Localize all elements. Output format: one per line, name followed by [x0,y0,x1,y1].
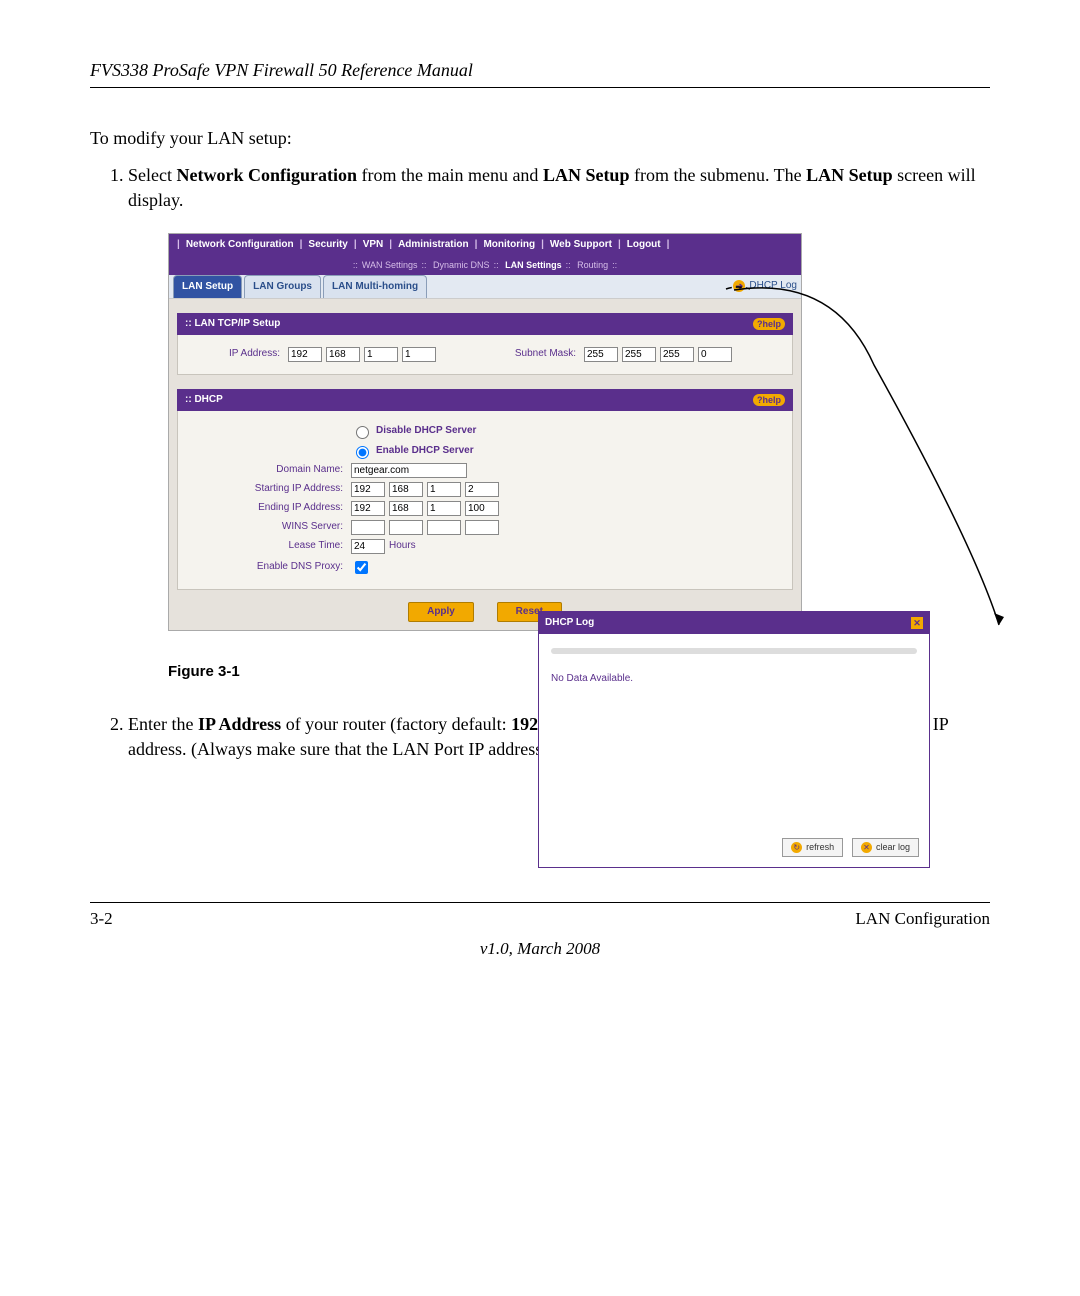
wins-4[interactable] [465,520,499,535]
step1-b1: Network Configuration [176,165,357,185]
ending-ip-label: Ending IP Address: [188,501,343,515]
sub-menu: ::WAN Settings:: Dynamic DNS:: LAN Setti… [169,256,801,275]
ip-octet-2[interactable] [326,347,360,362]
panel-dhcp: :: DHCP ?help Disable DHCP Server Enable… [177,389,793,590]
end-ip-4[interactable] [465,501,499,516]
tab-bar: LAN Setup LAN Groups LAN Multi-homing ➔ … [169,275,801,299]
clear-icon: ✕ [861,842,872,853]
nav-monitoring[interactable]: Monitoring [481,238,537,252]
apply-button[interactable]: Apply [408,602,474,622]
nav-logout[interactable]: Logout [625,238,663,252]
main-menu: | Network Configuration| Security| VPN| … [169,234,801,256]
subnav-routing[interactable]: Routing [577,260,608,270]
end-ip-2[interactable] [389,501,423,516]
ip-octet-3[interactable] [364,347,398,362]
wins-2[interactable] [389,520,423,535]
step2-b1: IP Address [198,714,281,734]
tab-lan-groups[interactable]: LAN Groups [244,275,321,298]
disable-dhcp-label: Disable DHCP Server [376,424,476,438]
start-ip-2[interactable] [389,482,423,497]
intro-text: To modify your LAN setup: [90,128,990,149]
subnav-wan-settings[interactable]: WAN Settings [362,260,418,270]
panel-lan-tcpip: :: LAN TCP/IP Setup ?help IP Address: [177,313,793,375]
disable-dhcp-radio[interactable] [356,426,369,439]
end-ip-3[interactable] [427,501,461,516]
nav-web-support[interactable]: Web Support [548,238,614,252]
page-footer: 3-2 LAN Configuration [90,902,990,929]
no-data-text: No Data Available. [551,673,633,684]
tab-lan-multi-homing[interactable]: LAN Multi-homing [323,275,427,298]
nav-administration[interactable]: Administration [396,238,471,252]
ip-address-label: IP Address: [188,347,280,361]
router-admin-ui: | Network Configuration| Security| VPN| … [168,233,802,631]
help-link-tcpip[interactable]: ?help [753,318,785,331]
dns-proxy-label: Enable DNS Proxy: [188,560,343,574]
subnet-mask-label: Subnet Mask: [486,347,576,361]
section-title: LAN Configuration [855,909,990,929]
end-ip-1[interactable] [351,501,385,516]
start-ip-4[interactable] [465,482,499,497]
start-ip-1[interactable] [351,482,385,497]
ip-octet-1[interactable] [288,347,322,362]
help-link-dhcp[interactable]: ?help [753,394,785,407]
panel-dhcp-title: DHCP [194,393,222,407]
domain-name-label: Domain Name: [188,463,343,477]
mask-octet-3[interactable] [660,347,694,362]
step1-mid: from the main menu and [357,165,543,185]
step2-mid: of your router (factory default: [281,714,511,734]
refresh-icon: ↻ [791,842,802,853]
dns-proxy-checkbox[interactable] [355,561,368,574]
mask-octet-4[interactable] [698,347,732,362]
step1-pre: Select [128,165,176,185]
dhcp-log-title: DHCP Log [545,616,594,630]
wins-1[interactable] [351,520,385,535]
dhcp-log-link-label: DHCP Log [749,279,797,293]
enable-dhcp-radio[interactable] [356,446,369,459]
tab-lan-setup[interactable]: LAN Setup [173,275,242,298]
manual-header: FVS338 ProSafe VPN Firewall 50 Reference… [90,60,990,88]
mask-octet-2[interactable] [622,347,656,362]
dhcp-log-popup: DHCP Log ✕ No Data Available. ↻refresh ✕… [538,611,930,868]
wins-3[interactable] [427,520,461,535]
step1-b2: LAN Setup [543,165,630,185]
refresh-button[interactable]: ↻refresh [782,838,843,857]
figure-3-1: | Network Configuration| Security| VPN| … [168,233,990,631]
version-text: v1.0, March 2008 [90,939,990,959]
panel-lan-tcpip-title: LAN TCP/IP Setup [194,317,280,331]
dhcp-log-link[interactable]: ➔ DHCP Log [733,279,797,293]
domain-name-input[interactable] [351,463,467,478]
close-icon[interactable]: ✕ [911,617,923,629]
log-bar [551,648,917,654]
lease-time-unit: Hours [389,539,416,553]
page-number: 3-2 [90,909,113,929]
nav-security[interactable]: Security [306,238,349,252]
lease-time-label: Lease Time: [188,539,343,553]
nav-vpn[interactable]: VPN [361,238,386,252]
start-ip-3[interactable] [427,482,461,497]
lease-time-input[interactable] [351,539,385,554]
mask-octet-1[interactable] [584,347,618,362]
step1-mid2: from the submenu. The [629,165,806,185]
step1-b3: LAN Setup [806,165,893,185]
subnav-dynamic-dns[interactable]: Dynamic DNS [433,260,490,270]
starting-ip-label: Starting IP Address: [188,482,343,496]
enable-dhcp-label: Enable DHCP Server [376,444,474,458]
arrow-right-icon: ➔ [733,280,745,292]
step2-pre: Enter the [128,714,198,734]
ip-octet-4[interactable] [402,347,436,362]
subnav-lan-settings[interactable]: LAN Settings [505,260,562,270]
nav-network-configuration[interactable]: Network Configuration [184,238,296,252]
clear-log-button[interactable]: ✕clear log [852,838,919,857]
wins-server-label: WINS Server: [188,520,343,534]
step-1: Select Network Configuration from the ma… [128,163,990,682]
